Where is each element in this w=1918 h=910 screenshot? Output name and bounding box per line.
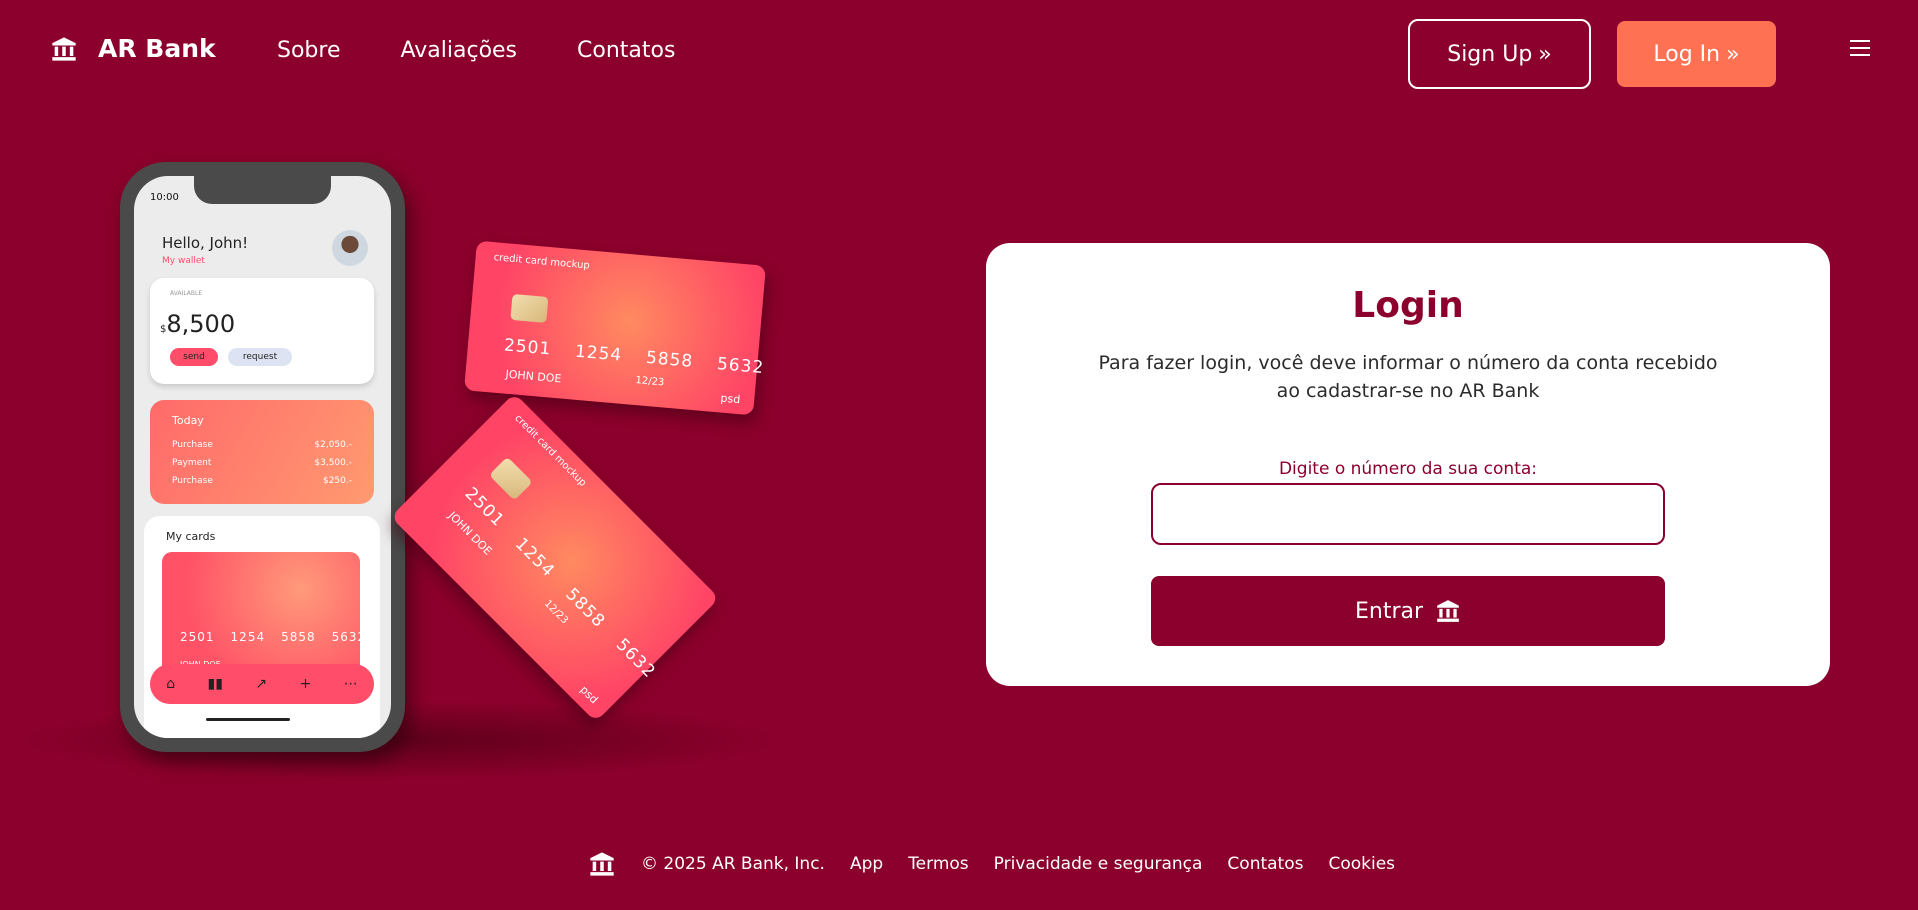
login-button[interactable]: Log In » — [1617, 21, 1776, 87]
brand-name: AR Bank — [98, 34, 216, 63]
phone-my-cards-title: My cards — [166, 530, 216, 543]
brand[interactable]: AR Bank — [50, 34, 216, 63]
login-description: Para fazer login, você deve informar o n… — [1098, 352, 1718, 402]
phone-balance-value: 8,500 — [166, 310, 236, 338]
card-chip — [488, 456, 533, 501]
card-expiry: 12/23 — [635, 375, 665, 389]
signup-button[interactable]: Sign Up » — [1408, 19, 1591, 89]
card-label: credit card mockup — [493, 252, 591, 272]
phone-send-button: send — [170, 348, 218, 366]
footer-link-contatos[interactable]: Contatos — [1227, 854, 1303, 874]
avatar — [332, 230, 368, 266]
more-icon: ⋯ — [343, 676, 358, 692]
phone-transaction: Purchase $250.- — [172, 476, 352, 486]
nav-link-avaliacoes[interactable]: Avaliações — [401, 38, 518, 63]
card-number: 2501 1254 5858 5632 — [460, 483, 660, 683]
stats-icon: ▮▮ — [207, 676, 223, 692]
phone-credit-card: 2501 1254 5858 5632 JOHN DOE — [162, 552, 365, 676]
enter-button[interactable]: Entrar — [1151, 576, 1665, 646]
signup-label: Sign Up — [1447, 41, 1533, 67]
card-chip — [510, 293, 549, 323]
bank-icon — [1437, 600, 1459, 622]
bank-icon — [590, 852, 614, 876]
phone-transaction: Purchase $2,050.- — [172, 440, 352, 450]
login-label: Log In — [1653, 41, 1721, 67]
phone-mockup: 10:00 Hello, John! My wallet AVAILABLE $… — [120, 162, 405, 752]
phone-today-card: Today Purchase $2,050.- Payment $3,500.- P… — [150, 400, 374, 504]
hero-illustration: 10:00 Hello, John! My wallet AVAILABLE $… — [0, 140, 800, 820]
footer-link-termos[interactable]: Termos — [908, 854, 968, 874]
account-number-label: Digite o número da sua conta: — [1278, 459, 1538, 479]
footer-link-app[interactable]: App — [850, 854, 883, 874]
main-nav: Sobre Avaliações Contatos — [277, 38, 675, 63]
phone-home-indicator — [206, 718, 290, 721]
footer-link-cookies[interactable]: Cookies — [1328, 854, 1395, 874]
nav-link-contatos[interactable]: Contatos — [577, 38, 675, 63]
phone-available-label: AVAILABLE — [170, 290, 203, 297]
phone-notch — [194, 176, 331, 204]
plus-icon: + — [299, 676, 312, 692]
phone-transaction: Payment $3,500.- — [172, 458, 352, 468]
header: AR Bank Sobre Avaliações Contatos Sign U… — [0, 0, 1918, 108]
home-icon: ⌂ — [166, 676, 176, 692]
footer: © 2025 AR Bank, Inc. App Termos Privacid… — [588, 850, 1395, 878]
login-title: Login — [1352, 285, 1464, 326]
phone-my-cards: My cards 2501 1254 5858 5632 JOHN DOE — [144, 516, 380, 738]
arrow-up-right-icon: ↗ — [255, 676, 268, 692]
phone-balance-card: AVAILABLE $8,500 send request — [150, 278, 374, 384]
credit-card-bottom: credit card mockup 2501 1254 5858 5632 1… — [390, 393, 720, 722]
phone-request-button: request — [228, 348, 292, 366]
bank-icon — [52, 36, 76, 61]
phone-time: 10:00 — [150, 192, 179, 203]
login-panel: Login Para fazer login, você deve inform… — [986, 243, 1830, 686]
double-chevron-right-icon: » — [1538, 41, 1552, 67]
footer-copyright: © 2025 AR Bank, Inc. — [641, 854, 825, 874]
nav-link-sobre[interactable]: Sobre — [277, 38, 341, 63]
card-holder: JOHN DOE — [504, 367, 562, 386]
phone-today-title: Today — [172, 414, 204, 427]
enter-label: Entrar — [1354, 598, 1424, 624]
footer-link-privacidade[interactable]: Privacidade e segurança — [994, 854, 1203, 874]
double-chevron-right-icon: » — [1726, 41, 1740, 67]
phone-wallet-label: My wallet — [162, 256, 205, 266]
phone-card-number: 2501 1254 5858 5632 — [180, 630, 367, 644]
card-brand: psd — [577, 683, 601, 707]
phone-bottom-nav: ⌂ ▮▮ ↗ + ⋯ — [150, 664, 374, 704]
hamburger-icon[interactable] — [1850, 40, 1870, 56]
phone-balance: $8,500 — [160, 310, 235, 338]
phone-screen: 10:00 Hello, John! My wallet AVAILABLE $… — [134, 176, 391, 738]
phone-greeting: Hello, John! — [162, 234, 249, 252]
account-number-input[interactable] — [1151, 483, 1665, 545]
credit-card-top: credit card mockup 2501 1254 5858 5632 1… — [464, 240, 766, 416]
card-brand: psd — [720, 391, 741, 407]
